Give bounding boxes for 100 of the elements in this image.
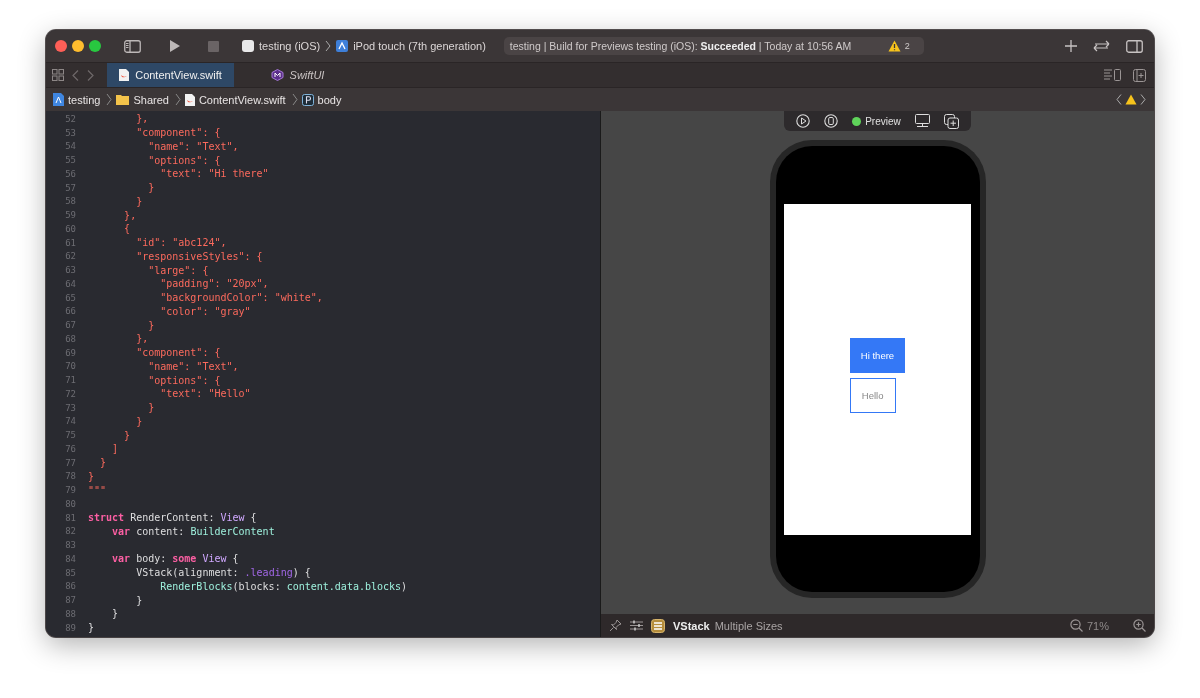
zoom-button[interactable]: [89, 40, 101, 52]
code-line: "component": {: [135, 347, 221, 359]
line-number: 87: [64, 595, 76, 606]
chevron-icon: [106, 93, 113, 106]
line-number: 76: [64, 443, 76, 454]
zoom-level: 71%: [1086, 619, 1109, 632]
code-line: "name": "Text",: [147, 140, 239, 152]
minimap-icon[interactable]: [1104, 69, 1121, 81]
line-number: 70: [64, 361, 76, 372]
line-number: 77: [64, 457, 76, 468]
line-number: 72: [64, 388, 76, 399]
code-line: }: [135, 594, 143, 606]
breadcrumb-item[interactable]: body: [317, 93, 342, 106]
next-issue-icon[interactable]: [1140, 94, 1146, 105]
editor-tab[interactable]: ContentView.swift: [107, 63, 234, 87]
swift-file-icon: [119, 69, 130, 81]
breadcrumb-item[interactable]: ContentView.swift: [198, 93, 286, 106]
line-number: 52: [64, 113, 76, 124]
code-line: }: [99, 457, 107, 469]
line-number: 84: [64, 553, 76, 564]
code-line: "options": {: [147, 154, 221, 166]
code-line: {: [123, 223, 131, 235]
code-line: "padding": "20px",: [159, 278, 269, 290]
line-number: 88: [64, 608, 76, 619]
project-icon: [53, 93, 64, 106]
line-number: 89: [64, 622, 76, 633]
code-line: RenderBlocks(blocks: content.data.blocks): [159, 580, 408, 592]
minimize-button[interactable]: [72, 40, 84, 52]
build-status-text: testing | Build for Previews testing (iOS): Succeeded | Today at 10:56 AM: [509, 40, 852, 52]
code-line: },: [135, 333, 149, 345]
run-icon[interactable]: [169, 39, 181, 53]
preview-text-block: Hi there: [849, 338, 906, 373]
code-line: },: [135, 113, 149, 125]
code-line: }: [135, 195, 143, 207]
add-icon[interactable]: [1065, 40, 1077, 52]
preview-mode-label[interactable]: Preview: [865, 115, 901, 127]
editor-tab[interactable]: SwiftUI: [234, 63, 361, 87]
code-line: "text": "Hello": [159, 388, 251, 400]
breadcrumb-item[interactable]: Shared: [133, 93, 169, 106]
code-line: """: [88, 484, 107, 496]
device-icon: [336, 40, 349, 52]
code-line: var content: BuilderContent: [111, 525, 275, 537]
line-number: 71: [64, 375, 76, 386]
code-line: }: [111, 608, 119, 620]
close-button[interactable]: [55, 40, 67, 52]
line-number: 55: [64, 155, 76, 166]
line-number: 63: [64, 265, 76, 276]
code-line: "text": "Hi there": [159, 168, 269, 180]
scheme-selector[interactable]: testing (iOS): [259, 40, 321, 52]
code-line: },: [123, 209, 137, 221]
code-line: }: [147, 319, 155, 331]
grid-icon[interactable]: [52, 69, 64, 81]
selection-detail: Multiple Sizes: [714, 619, 783, 632]
chevron-icon: [174, 93, 181, 106]
breadcrumb-item[interactable]: testing: [68, 93, 101, 106]
swift-file-icon: [184, 93, 195, 106]
line-number: 73: [64, 402, 76, 413]
app-icon: [242, 40, 254, 52]
zoom-out-icon[interactable]: [1069, 619, 1083, 632]
swap-arrows-icon[interactable]: [1093, 40, 1110, 52]
line-number: 75: [64, 430, 76, 441]
code-line: }: [135, 415, 143, 427]
code-line: "large": {: [147, 264, 209, 276]
warning-count: 2: [904, 41, 910, 51]
folder-icon: [116, 94, 130, 105]
line-number: 57: [64, 182, 76, 193]
line-number: 79: [64, 485, 76, 496]
code-line: }: [147, 402, 155, 414]
code-line: var body: some View {: [111, 553, 239, 565]
monitor-icon[interactable]: [914, 114, 930, 128]
inspector-toggle-icon[interactable]: [1126, 39, 1143, 53]
line-number: 74: [64, 416, 76, 427]
device-selectable-icon[interactable]: [824, 114, 839, 128]
line-number: 82: [64, 526, 76, 537]
code-line: ]: [111, 443, 119, 455]
warning-icon[interactable]: [887, 40, 901, 52]
status-dot: [852, 116, 862, 126]
duplicate-icon[interactable]: [943, 113, 959, 129]
line-number: 80: [64, 498, 76, 509]
pin-icon[interactable]: [609, 619, 622, 632]
live-play-icon[interactable]: [796, 114, 811, 128]
line-number: 56: [64, 168, 76, 179]
sidebar-toggle-icon[interactable]: [124, 39, 141, 53]
zoom-in-icon[interactable]: [1133, 619, 1146, 632]
module-icon: [270, 69, 284, 81]
previous-issue-icon[interactable]: [1116, 94, 1122, 105]
add-editor-icon[interactable]: [1133, 68, 1146, 82]
sliders-icon[interactable]: [630, 620, 643, 631]
line-number: 61: [64, 237, 76, 248]
line-number: 53: [64, 127, 76, 138]
warning-icon[interactable]: [1125, 94, 1137, 105]
line-number: 67: [64, 320, 76, 331]
line-number: 83: [64, 540, 76, 551]
code-line: VStack(alignment: .leading) {: [135, 567, 311, 579]
code-line: }: [147, 182, 155, 194]
property-icon: [301, 93, 314, 106]
device-selector[interactable]: iPod touch (7th generation): [353, 40, 486, 52]
chevron-icon: [291, 93, 298, 106]
code-line: "id": "abc124",: [135, 237, 227, 249]
line-number: 86: [64, 581, 76, 592]
